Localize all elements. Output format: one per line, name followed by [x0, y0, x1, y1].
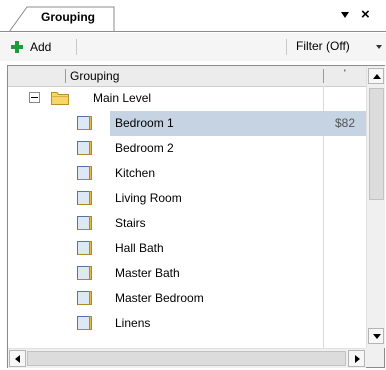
tree-item[interactable]: Hall Bath [8, 236, 366, 261]
tree-item[interactable]: Stairs [8, 211, 366, 236]
tab-grouping[interactable]: Grouping [8, 6, 115, 32]
plus-icon [10, 40, 24, 54]
collapse-icon[interactable] [29, 92, 40, 103]
tree-item[interactable]: Bedroom 2 [8, 136, 366, 161]
room-icon [77, 116, 92, 130]
tree-item-label: Stairs [115, 216, 146, 230]
add-label: Add [30, 40, 52, 54]
tab-label: Grouping [41, 10, 95, 24]
column-divider[interactable] [65, 69, 66, 83]
grouping-grid: Grouping ' Main Level Bedroom 1 $82 Bedr… [7, 65, 385, 368]
scroll-up-arrow-icon[interactable] [368, 68, 384, 84]
close-icon[interactable]: × [361, 7, 370, 22]
scrollbar-corner [366, 348, 384, 367]
tree-item-value: $82 [335, 116, 356, 130]
column-header-grouping[interactable]: Grouping [70, 69, 119, 83]
tree-rows: Main Level Bedroom 1 $82 Bedroom 2 Kitch… [8, 86, 366, 348]
tree-item-label: Master Bath [115, 266, 180, 280]
toolbar: Add Filter (Off) [0, 33, 386, 61]
tree-item[interactable]: Bedroom 1 $82 [8, 111, 366, 136]
tree-item[interactable]: Living Room [8, 186, 366, 211]
scroll-right-arrow-icon[interactable] [348, 350, 365, 367]
vertical-scroll-thumb[interactable] [369, 88, 384, 200]
horizontal-scroll-thumb[interactable] [27, 351, 346, 366]
room-icon [77, 141, 92, 155]
room-icon [77, 316, 92, 330]
room-icon [77, 291, 92, 305]
tree-item-label: Linens [115, 316, 151, 330]
tab-strip: Grouping × [0, 0, 386, 32]
tree-item[interactable]: Linens [8, 311, 366, 336]
tree-item[interactable]: Master Bedroom [8, 286, 366, 311]
tree-root-row[interactable]: Main Level [8, 86, 366, 111]
scroll-down-arrow-icon[interactable] [368, 328, 384, 344]
room-icon [77, 241, 92, 255]
room-icon [77, 216, 92, 230]
room-icon [77, 191, 92, 205]
pin-dropdown-icon[interactable] [340, 10, 350, 20]
tab-baseline [0, 31, 386, 32]
add-button[interactable]: Add [10, 38, 51, 56]
tree-item-label: Bedroom 1 [115, 116, 174, 130]
tree-root-label: Main Level [93, 91, 152, 105]
tree-item-label: Living Room [115, 191, 182, 205]
tree-item[interactable]: Master Bath [8, 261, 366, 286]
filter-button[interactable]: Filter (Off) [296, 39, 350, 53]
vertical-scrollbar[interactable] [366, 66, 385, 348]
scroll-left-arrow-icon[interactable] [9, 350, 26, 367]
toolbar-separator [286, 39, 287, 55]
tree-item-label: Kitchen [115, 166, 156, 180]
room-icon [77, 266, 92, 280]
column-divider[interactable] [323, 69, 324, 83]
horizontal-scrollbar[interactable] [8, 348, 366, 368]
column-header-value[interactable]: ' [344, 68, 346, 78]
tree-item-label: Master Bedroom [115, 291, 204, 305]
folder-icon [51, 92, 69, 105]
toolbar-separator [76, 39, 77, 55]
filter-dropdown-icon[interactable] [376, 45, 382, 49]
tree-item-label: Hall Bath [115, 241, 164, 255]
grid-header: Grouping ' [8, 66, 366, 87]
room-icon [77, 166, 92, 180]
tree-item[interactable]: Kitchen [8, 161, 366, 186]
tree-item-label: Bedroom 2 [115, 141, 174, 155]
